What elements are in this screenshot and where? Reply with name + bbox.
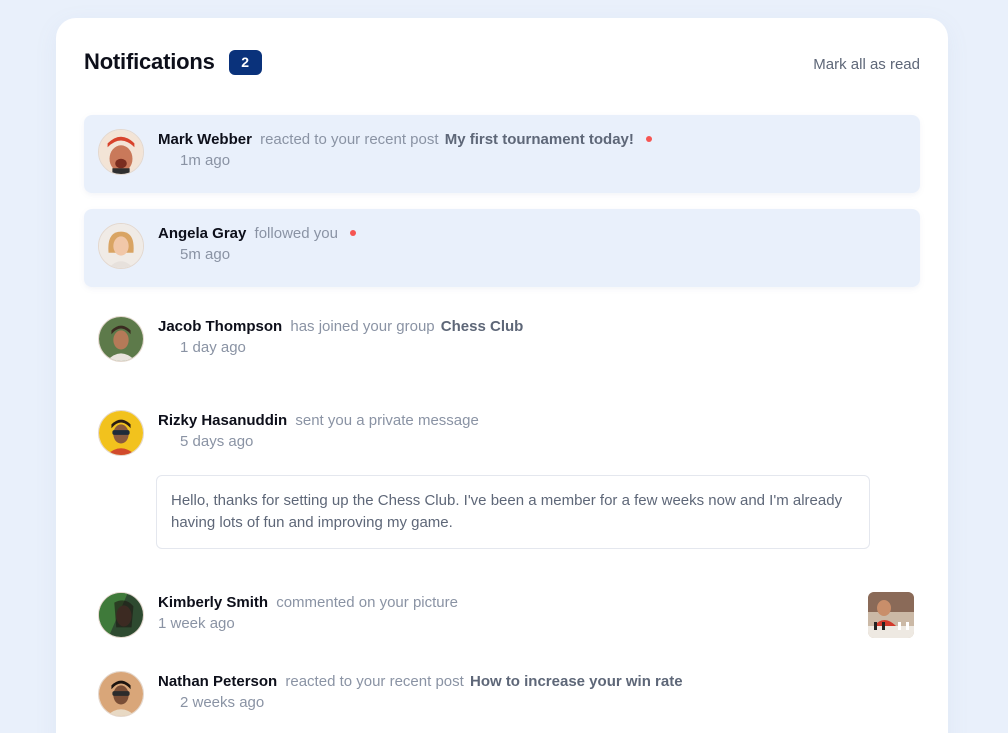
notification-item[interactable]: Mark Webber reacted to your recent post …	[84, 115, 920, 193]
notification-time: 2 weeks ago	[180, 694, 265, 711]
user-name-link[interactable]: Rizky Hasanuddin	[158, 412, 287, 429]
page-title: Notifications	[84, 49, 215, 74]
notification-text: Nathan Peterson reacted to your recent p…	[158, 672, 906, 692]
avatar-image	[99, 317, 143, 361]
notification-time: 5 days ago	[180, 433, 254, 450]
post-link[interactable]: How to increase your win rate	[470, 673, 683, 690]
avatar-jacob-thompson[interactable]	[98, 316, 144, 362]
notification-time: 1 day ago	[180, 339, 246, 356]
notification-item[interactable]: Nathan Peterson reacted to your recent p…	[84, 657, 920, 733]
notifications-card: Notifications 2 Mark all as read Mark We…	[56, 18, 948, 733]
mark-all-read-button[interactable]: Mark all as read	[813, 56, 920, 73]
notification-action: followed you	[254, 225, 338, 242]
avatar-image	[99, 411, 143, 455]
notifications-header: Notifications 2 Mark all as read	[84, 46, 920, 78]
group-link[interactable]: Chess Club	[441, 318, 524, 335]
notification-text: Jacob Thompson has joined your group Che…	[158, 317, 906, 337]
avatar-image	[99, 224, 143, 268]
user-name-link[interactable]: Nathan Peterson	[158, 673, 277, 690]
avatar-kimberly-smith[interactable]	[98, 592, 144, 638]
notification-action: sent you a private message	[295, 412, 479, 429]
notification-item[interactable]: Kimberly Smith commented on your picture…	[84, 578, 920, 656]
notification-time: 1m ago	[180, 152, 231, 169]
avatar-angela-gray[interactable]	[98, 223, 144, 269]
header-title-group: Notifications 2	[84, 49, 262, 75]
notification-text: Rizky Hasanuddin sent you a private mess…	[158, 411, 906, 431]
post-link[interactable]: My first tournament today!	[445, 131, 634, 148]
avatar-image	[99, 672, 143, 716]
avatar-mark-webber[interactable]	[98, 129, 144, 175]
user-name-link[interactable]: Kimberly Smith	[158, 594, 268, 611]
unread-dot-icon	[350, 230, 357, 237]
notification-time: 1 week ago	[158, 615, 235, 632]
avatar-nathan-peterson[interactable]	[98, 671, 144, 717]
notification-action: reacted to your recent post	[285, 673, 464, 690]
user-name-link[interactable]: Mark Webber	[158, 131, 252, 148]
chess-picture-image	[868, 592, 914, 638]
unread-dot-icon	[646, 136, 653, 143]
notification-text: Kimberly Smith commented on your picture	[158, 593, 906, 613]
notification-item[interactable]: Jacob Thompson has joined your group Che…	[84, 302, 920, 380]
notification-action: has joined your group	[290, 318, 435, 335]
chess-picture-thumbnail[interactable]	[868, 592, 914, 638]
avatar-image	[99, 130, 143, 174]
avatar-image	[99, 593, 143, 637]
notification-text: Angela Gray followed you	[158, 224, 906, 244]
notification-text: Mark Webber reacted to your recent post …	[158, 130, 906, 150]
private-message-preview[interactable]: Hello, thanks for setting up the Chess C…	[156, 475, 870, 549]
unread-count-badge: 2	[228, 49, 262, 75]
notification-item[interactable]: Rizky Hasanuddin sent you a private mess…	[84, 396, 920, 474]
notification-action: reacted to your recent post	[260, 131, 439, 148]
notification-item[interactable]: Angela Gray followed you 5m ago	[84, 209, 920, 287]
notification-action: commented on your picture	[276, 594, 458, 611]
user-name-link[interactable]: Angela Gray	[158, 225, 246, 242]
avatar-rizky-hasanuddin[interactable]	[98, 410, 144, 456]
notification-time: 5m ago	[180, 246, 231, 263]
user-name-link[interactable]: Jacob Thompson	[158, 318, 282, 335]
